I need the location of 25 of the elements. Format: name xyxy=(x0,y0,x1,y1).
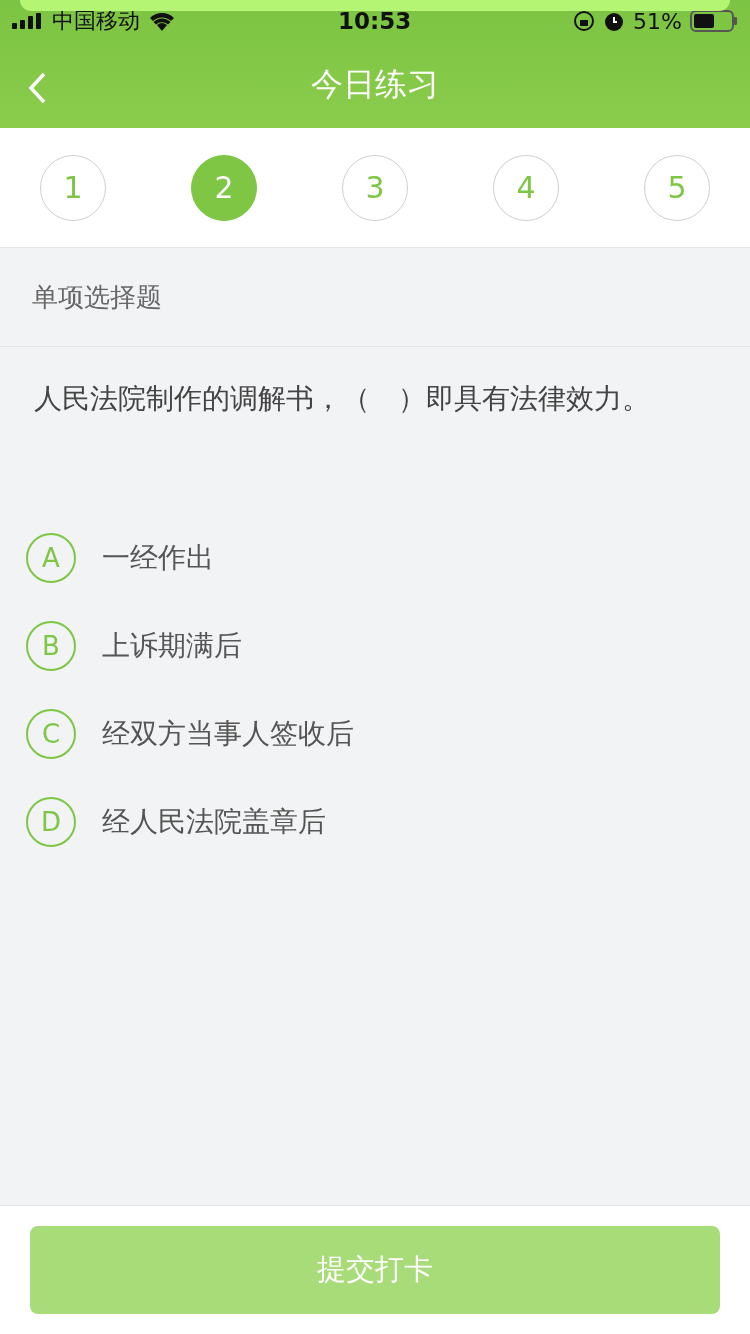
option-letter[interactable]: D xyxy=(26,797,76,847)
carrier-name: 中国移动 xyxy=(52,7,140,35)
option-text[interactable]: 上诉期满后 xyxy=(102,627,242,665)
option-letter[interactable]: A xyxy=(26,533,76,583)
question-number-tab[interactable]: 4 xyxy=(493,154,559,221)
question-text: 人民法院制作的调解书，（ ）即具有法律效力。 xyxy=(33,381,651,417)
question-number-tab[interactable]: 3 xyxy=(342,154,408,221)
page-title: 今日练习 xyxy=(311,64,439,105)
option-text[interactable]: 经双方当事人签收后 xyxy=(102,715,354,753)
back-icon xyxy=(28,72,46,104)
question-number-tab[interactable]: 5 xyxy=(644,154,710,221)
battery-icon xyxy=(690,10,738,32)
battery-percent: 51% xyxy=(633,8,682,34)
alarm-icon xyxy=(603,10,626,32)
wifi-icon xyxy=(148,11,176,31)
status-time: 10:53 xyxy=(336,8,413,34)
option-text[interactable]: 一经作出 xyxy=(102,539,214,577)
signal-icon xyxy=(12,13,44,29)
question-number-tab[interactable]: 1 xyxy=(40,154,106,221)
question-number-tab[interactable]: 2 xyxy=(191,154,257,221)
option-letter[interactable]: B xyxy=(26,621,76,671)
question-type: 单项选择题 xyxy=(32,280,162,314)
rotation-lock-icon xyxy=(573,10,596,32)
option-letter[interactable]: C xyxy=(26,709,76,759)
option-text[interactable]: 经人民法院盖章后 xyxy=(102,803,326,841)
